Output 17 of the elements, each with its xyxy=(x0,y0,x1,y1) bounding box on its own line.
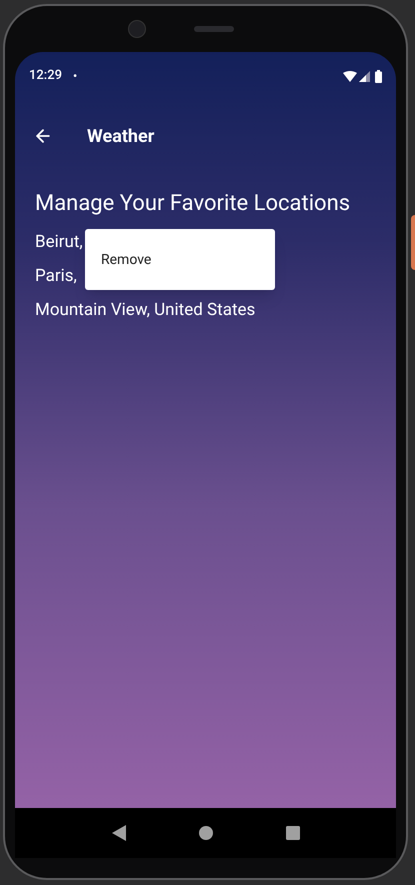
power-button[interactable] xyxy=(411,215,415,270)
signal-icon xyxy=(359,70,370,82)
recents-nav-icon[interactable] xyxy=(286,826,300,840)
camera-icon xyxy=(128,20,146,38)
page-heading: Manage Your Favorite Locations xyxy=(35,190,352,218)
wifi-icon xyxy=(343,70,357,82)
location-item[interactable]: Mountain View, United States xyxy=(35,293,256,327)
notification-dot: • xyxy=(72,68,78,85)
location-item[interactable]: Beirut, xyxy=(35,225,83,259)
status-time: 12:29 xyxy=(29,67,62,86)
speaker-grille xyxy=(194,26,234,32)
toolbar-title: Weather xyxy=(87,124,154,148)
home-nav-icon[interactable] xyxy=(198,826,212,840)
battery-icon xyxy=(375,70,382,82)
back-nav-icon[interactable] xyxy=(112,825,126,841)
menu-item[interactable]: Remove xyxy=(85,244,275,274)
location-item[interactable]: Paris, xyxy=(35,259,77,293)
